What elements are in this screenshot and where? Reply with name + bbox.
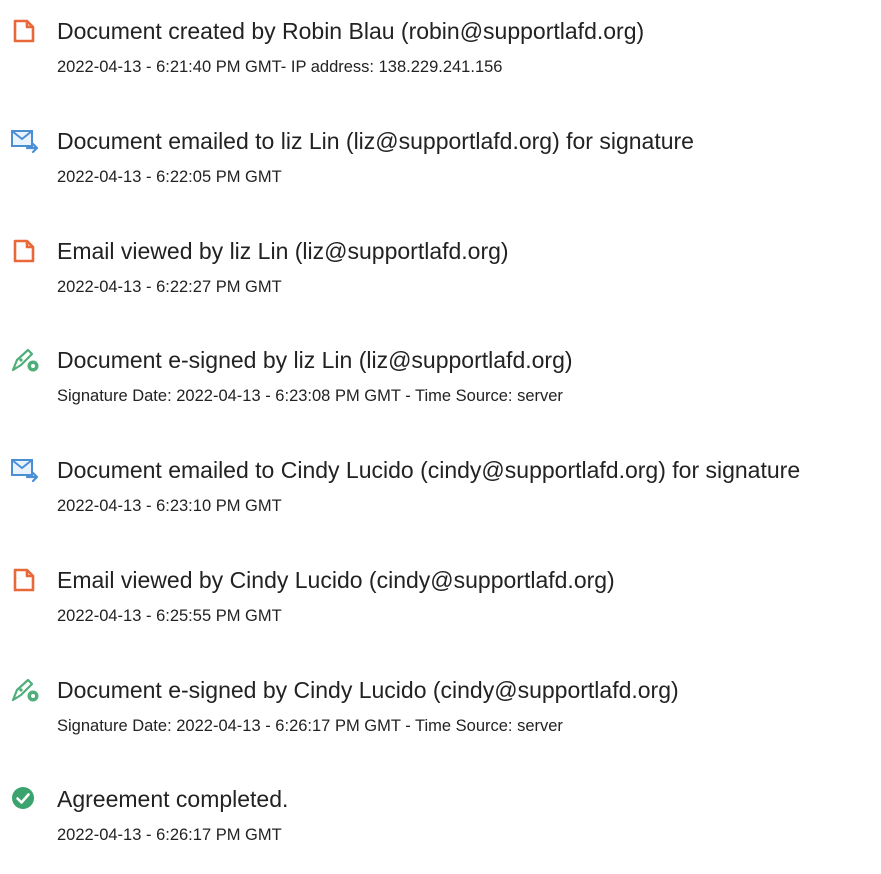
document-viewed-icon (10, 567, 40, 593)
audit-event-e-signed: Document e-signed by liz Lin (liz@suppor… (0, 345, 881, 435)
document-viewed-icon (10, 238, 40, 264)
e-signature-icon (10, 677, 40, 703)
document-created-icon (10, 18, 40, 44)
event-timestamp: 2022-04-13 - 6:23:10 PM GMT (57, 497, 282, 515)
event-timestamp: Signature Date: 2022-04-13 - 6:26:17 PM … (57, 717, 563, 735)
event-title: Email viewed by Cindy Lucido (cindy@supp… (57, 567, 615, 593)
audit-event-email-viewed: Email viewed by Cindy Lucido (cindy@supp… (0, 565, 881, 655)
audit-event-email-sent: Document emailed to liz Lin (liz@support… (0, 126, 881, 216)
e-signature-icon (10, 347, 40, 373)
event-timestamp: 2022-04-13 - 6:22:05 PM GMT (57, 168, 282, 186)
event-title: Agreement completed. (57, 786, 289, 812)
event-title: Document emailed to liz Lin (liz@support… (57, 128, 694, 154)
event-timestamp: 2022-04-13 - 6:21:40 PM GMT- IP address:… (57, 58, 503, 76)
event-timestamp: 2022-04-13 - 6:22:27 PM GMT (57, 278, 282, 296)
audit-event-email-sent: Document emailed to Cindy Lucido (cindy@… (0, 455, 881, 545)
event-timestamp: Signature Date: 2022-04-13 - 6:23:08 PM … (57, 387, 563, 405)
email-sent-icon (10, 457, 40, 483)
audit-event-document-created: Document created by Robin Blau (robin@su… (0, 16, 881, 106)
audit-event-e-signed: Document e-signed by Cindy Lucido (cindy… (0, 675, 881, 765)
audit-event-completed: Agreement completed. 2022-04-13 - 6:26:1… (0, 784, 881, 874)
completed-check-icon (10, 786, 40, 812)
event-title: Document e-signed by Cindy Lucido (cindy… (57, 677, 679, 703)
audit-event-email-viewed: Email viewed by liz Lin (liz@supportlafd… (0, 236, 881, 326)
event-title: Document e-signed by liz Lin (liz@suppor… (57, 347, 573, 373)
event-title: Document emailed to Cindy Lucido (cindy@… (57, 457, 801, 483)
event-timestamp: 2022-04-13 - 6:25:55 PM GMT (57, 607, 282, 625)
email-sent-icon (10, 128, 40, 154)
event-timestamp: 2022-04-13 - 6:26:17 PM GMT (57, 826, 282, 844)
event-title: Email viewed by liz Lin (liz@supportlafd… (57, 238, 509, 264)
event-title: Document created by Robin Blau (robin@su… (57, 18, 645, 44)
